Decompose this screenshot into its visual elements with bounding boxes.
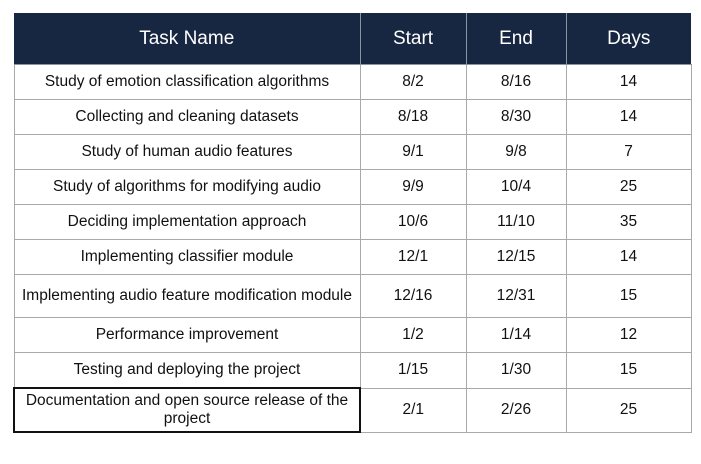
header-start: Start — [359, 13, 467, 65]
start-cell: 8/2 — [359, 64, 467, 100]
days-cell: 14 — [565, 99, 692, 135]
start-cell: 12/16 — [359, 274, 467, 318]
start-cell: 9/1 — [359, 134, 467, 170]
task-name-cell: Performance improvement — [13, 317, 361, 353]
end-cell: 12/15 — [465, 239, 567, 275]
start-cell: 1/2 — [359, 317, 467, 353]
task-name-cell: Deciding implementation approach — [13, 204, 361, 240]
days-cell: 25 — [565, 169, 692, 205]
task-name-cell: Collecting and cleaning datasets — [13, 99, 361, 135]
table-row: Study of human audio features 9/1 9/8 7 — [13, 134, 692, 170]
task-name-cell: Study of human audio features — [13, 134, 361, 170]
task-name-cell: Implementing audio feature modification … — [13, 274, 361, 318]
table-row: Performance improvement 1/2 1/14 12 — [13, 317, 692, 353]
start-cell: 1/15 — [359, 352, 467, 389]
end-cell: 11/10 — [465, 204, 567, 240]
days-cell: 12 — [565, 317, 692, 353]
days-cell: 7 — [565, 134, 692, 170]
table-row: Implementing audio feature modification … — [13, 274, 692, 318]
table-row: Study of emotion classification algorith… — [13, 64, 692, 100]
table-row: Study of algorithms for modifying audio … — [13, 169, 692, 205]
days-cell: 25 — [565, 387, 692, 433]
end-cell: 10/4 — [465, 169, 567, 205]
start-cell: 12/1 — [359, 239, 467, 275]
table-row: Collecting and cleaning datasets 8/18 8/… — [13, 99, 692, 135]
end-cell: 8/30 — [465, 99, 567, 135]
days-cell: 15 — [565, 352, 692, 389]
table-header: Task Name Start End Days — [14, 13, 691, 65]
table-body: Study of emotion classification algorith… — [13, 64, 692, 433]
days-cell: 14 — [565, 64, 692, 100]
start-cell: 9/9 — [359, 169, 467, 205]
task-name-cell: Documentation and open source release of… — [13, 387, 361, 433]
start-cell: 10/6 — [359, 204, 467, 240]
header-row: Task Name Start End Days — [14, 13, 691, 65]
days-cell: 14 — [565, 239, 692, 275]
header-end: End — [465, 13, 567, 65]
header-days: Days — [565, 13, 691, 65]
task-name-cell: Study of emotion classification algorith… — [13, 64, 361, 100]
task-name-cell: Testing and deploying the project — [13, 352, 361, 389]
end-cell: 12/31 — [465, 274, 567, 318]
days-cell: 15 — [565, 274, 692, 318]
table-row: Testing and deploying the project 1/15 1… — [13, 352, 692, 389]
project-schedule-table: Task Name Start End Days Study of emotio… — [13, 13, 692, 433]
days-cell: 35 — [565, 204, 692, 240]
task-name-cell: Implementing classifier module — [13, 239, 361, 275]
start-cell: 8/18 — [359, 99, 467, 135]
end-cell: 9/8 — [465, 134, 567, 170]
table-row: Implementing classifier module 12/1 12/1… — [13, 239, 692, 275]
task-name-cell: Study of algorithms for modifying audio — [13, 169, 361, 205]
start-cell: 2/1 — [359, 387, 467, 433]
end-cell: 2/26 — [465, 387, 567, 433]
table-row: Documentation and open source release of… — [13, 387, 692, 433]
header-task-name: Task Name — [14, 13, 361, 65]
end-cell: 1/30 — [465, 352, 567, 389]
end-cell: 1/14 — [465, 317, 567, 353]
end-cell: 8/16 — [465, 64, 567, 100]
table-row: Deciding implementation approach 10/6 11… — [13, 204, 692, 240]
